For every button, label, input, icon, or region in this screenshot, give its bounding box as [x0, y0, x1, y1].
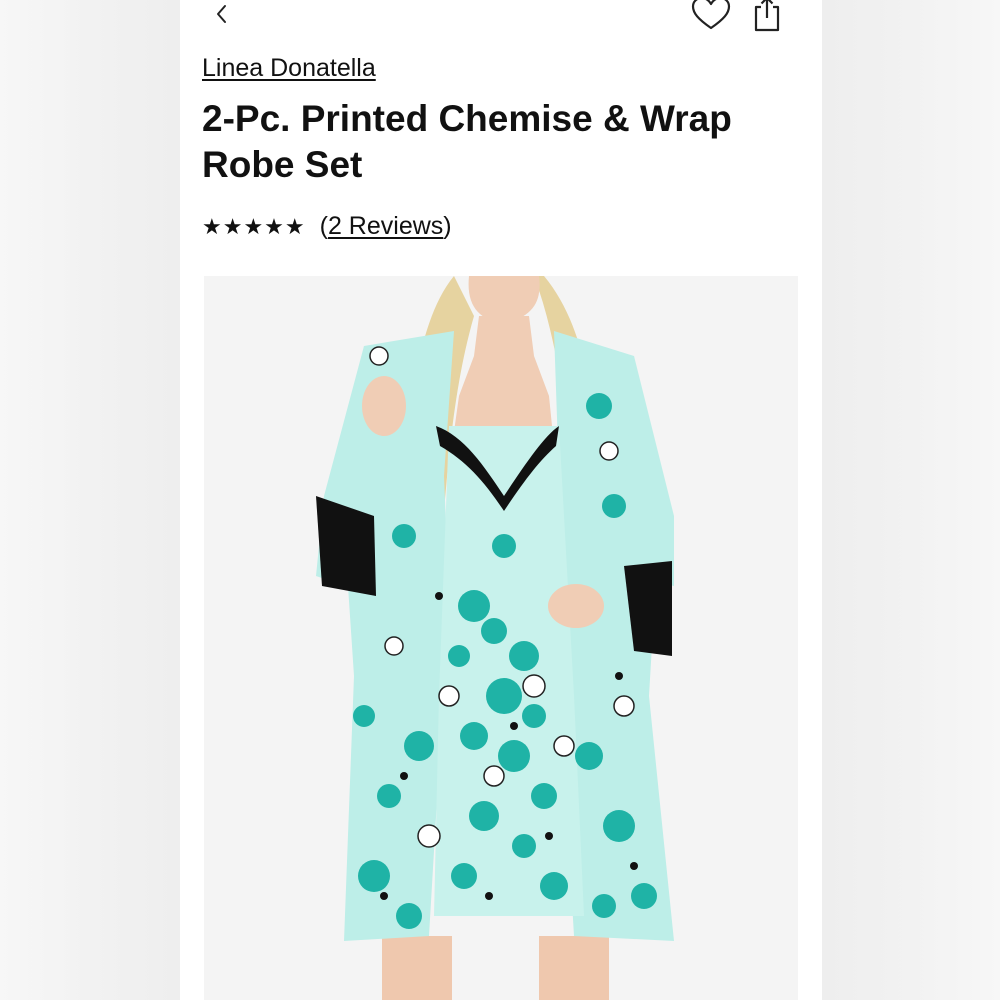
reviews-close-paren: ) — [443, 212, 452, 240]
share-icon — [754, 0, 780, 32]
back-button[interactable] — [210, 0, 234, 28]
product-image[interactable] — [204, 276, 798, 1000]
right-backdrop — [822, 0, 1000, 1000]
product-title: 2-Pc. Printed Chemise & Wrap Robe Set — [202, 98, 732, 185]
share-button[interactable] — [750, 0, 784, 34]
product-page: Linea Donatella 2-Pc. Printed Chemise & … — [180, 0, 822, 1000]
wishlist-button[interactable] — [690, 0, 732, 32]
product-photo-illustration — [204, 276, 798, 1000]
chevron-left-icon — [217, 5, 226, 23]
star-rating: ★★★★★ — [202, 213, 306, 239]
rating-row: ★★★★★ (2 Reviews) — [202, 212, 452, 241]
reviews-link[interactable]: (2 Reviews) — [320, 212, 452, 241]
reviews-label: 2 Reviews — [327, 212, 444, 240]
left-backdrop — [0, 0, 180, 1000]
heart-icon — [691, 0, 731, 30]
brand-link[interactable]: Linea Donatella — [202, 54, 376, 83]
reviews-open-paren: ( — [319, 212, 328, 240]
